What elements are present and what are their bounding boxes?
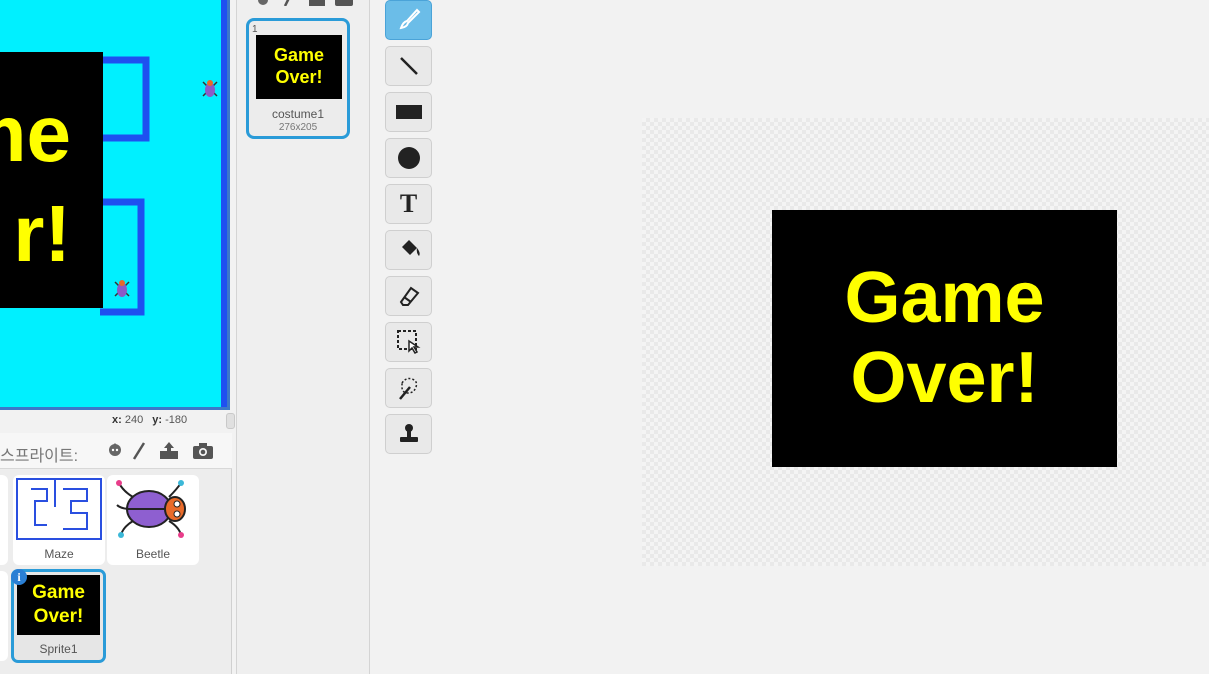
costume-art-game-over[interactable]: Game Over! (772, 210, 1117, 467)
y-label: y: (152, 414, 163, 426)
paint-editor-workspace: me r! x: 240 y: -180 스프라이트: (0, 0, 1209, 674)
costume1-thumb-image: Game Over! (256, 35, 342, 99)
costume1-thumb-line-1: Game (273, 45, 325, 66)
maze-thumb-image (16, 478, 102, 540)
sprite-from-library-icon[interactable] (104, 441, 126, 461)
stage-collapse-tab[interactable] (226, 413, 235, 429)
tool-remove-background[interactable] (385, 368, 432, 408)
sprite-thumb-sprite1[interactable]: Game Over! i Sprite1 (11, 569, 106, 663)
sprite-name-sprite1: Sprite1 (39, 642, 78, 656)
upload-sprite-icon[interactable] (158, 441, 180, 461)
line-icon (399, 57, 418, 75)
stamp-icon (399, 424, 418, 442)
stage-game-over-line-2: r! (13, 189, 71, 278)
tool-stamp[interactable] (385, 414, 432, 454)
costume-art-line-1: Game (844, 258, 1045, 339)
costume-number: 1 (252, 24, 258, 35)
costume-thumb-costume1[interactable]: 1 Game Over! costume1 276x205 (246, 18, 350, 139)
paint-canvas[interactable]: Game Over! (642, 118, 1209, 566)
new-costume-icons[interactable] (257, 0, 367, 11)
sprites-pane: 스프라이트: Maze Beetle Game Over! i Sprite1 (0, 433, 232, 674)
camera-icon[interactable] (192, 441, 214, 461)
paint-new-sprite-icon[interactable] (128, 441, 150, 461)
remove-background-icon (398, 377, 417, 400)
eraser-icon (399, 286, 419, 306)
sprite1-thumb-line-1: Game (32, 582, 85, 604)
ellipse-icon (397, 147, 420, 169)
x-label: x: (112, 414, 122, 426)
brush-icon (399, 8, 420, 30)
tool-rectangle[interactable] (385, 92, 432, 132)
tool-select[interactable] (385, 322, 432, 362)
sprite-name-beetle: Beetle (135, 547, 171, 561)
tool-line[interactable] (385, 46, 432, 86)
y-value: -180 (165, 414, 188, 426)
costume-art-line-2: Over! (850, 337, 1039, 418)
stage-game-over-sprite[interactable]: me r! (0, 52, 103, 308)
info-icon[interactable]: i (11, 569, 27, 585)
beetle-sprite-on-stage[interactable] (200, 78, 220, 100)
fill-icon (401, 240, 420, 256)
sprite1-thumb-image: Game Over! (17, 575, 100, 635)
sprites-label: 스프라이트: (0, 448, 79, 465)
x-value: 240 (124, 414, 144, 426)
rectangle-icon (395, 105, 422, 119)
stage[interactable]: me r! (0, 0, 230, 410)
text-icon: T (399, 189, 418, 218)
mouse-coordinates: x: 240 y: -180 (112, 414, 193, 426)
sprite-thumb-partial-2[interactable] (0, 571, 8, 661)
costumes-list: 1 Game Over! costume1 276x205 (236, 0, 370, 674)
sprite1-thumb-line-2: Over! (33, 606, 84, 627)
costume-name: costume1 (271, 107, 325, 121)
sprite-name-maze: Maze (44, 547, 74, 561)
tool-eraser[interactable] (385, 276, 432, 316)
sprites-header: 스프라이트: (0, 433, 232, 469)
tool-brush[interactable] (385, 0, 432, 40)
sprite-thumb-partial[interactable] (0, 475, 8, 565)
beetle-sprite-on-stage-2[interactable] (112, 278, 132, 300)
select-icon (396, 330, 420, 354)
tool-ellipse[interactable] (385, 138, 432, 178)
sprite-thumb-maze[interactable]: Maze (13, 475, 105, 565)
sprite-thumb-beetle[interactable]: Beetle (107, 475, 199, 565)
beetle-icon (116, 480, 186, 538)
stage-game-over-line-1: me (0, 89, 71, 178)
tool-text[interactable]: T (385, 184, 432, 224)
costume1-thumb-line-2: Over! (275, 67, 323, 87)
tool-fill[interactable] (385, 230, 432, 270)
costume-size: 276x205 (278, 122, 318, 133)
